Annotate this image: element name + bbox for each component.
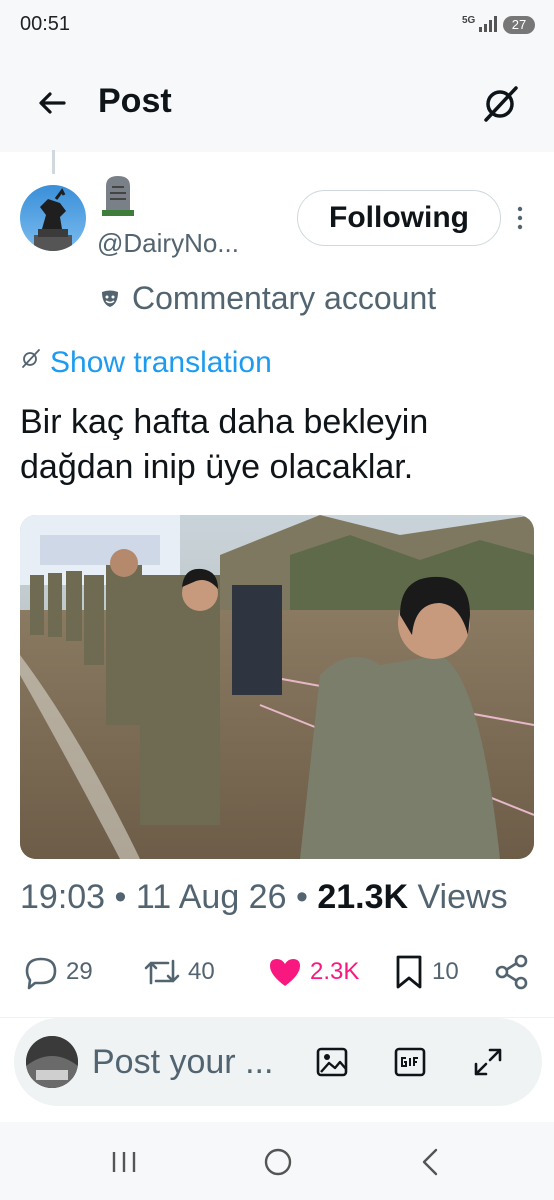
reply-button[interactable]: 29 — [22, 948, 93, 996]
share-icon — [495, 954, 528, 990]
views-count: 21.3K — [317, 878, 409, 916]
status-bar: 00:51 5G 27 — [0, 0, 554, 52]
tombstone-emoji — [102, 176, 134, 216]
author-handle[interactable]: @DairyNo... — [97, 228, 239, 259]
arrow-left-icon[interactable] — [34, 85, 70, 121]
repost-count: 40 — [188, 958, 215, 985]
post-header: Post — [0, 52, 554, 152]
like-count: 2.3K — [310, 958, 360, 985]
heart-icon — [270, 959, 300, 986]
bookmark-icon — [396, 955, 422, 989]
post-actions: 29 40 2.3K 10 — [0, 948, 554, 996]
theater-mask-icon — [102, 290, 118, 307]
image-icon[interactable] — [314, 1044, 350, 1080]
account-label: Commentary account — [100, 280, 436, 317]
battery-indicator: 27 — [503, 16, 535, 34]
account-label-text: Commentary account — [132, 280, 437, 316]
grok-icon[interactable] — [480, 82, 522, 124]
status-time: 00:51 — [20, 13, 71, 35]
expand-icon[interactable] — [470, 1044, 506, 1080]
share-button[interactable] — [494, 948, 530, 996]
show-translation-link[interactable]: Show translation — [20, 346, 272, 380]
post-image[interactable] — [20, 515, 534, 859]
android-nav-bar — [0, 1122, 554, 1200]
network-indicator: 5G — [462, 15, 476, 26]
repost-button[interactable]: 40 — [142, 948, 215, 996]
more-options-icon[interactable] — [512, 203, 528, 233]
recent-apps-icon[interactable] — [106, 1144, 142, 1180]
page-title: Post — [98, 82, 172, 120]
reply-input[interactable] — [92, 1040, 292, 1084]
repost-icon — [144, 959, 180, 985]
author-avatar[interactable] — [20, 185, 86, 251]
show-translation-label: Show translation — [50, 346, 272, 379]
gif-icon[interactable] — [392, 1044, 428, 1080]
signal-icon — [479, 16, 497, 32]
reply-icon — [25, 957, 57, 990]
post-timestamp: 19:03 • 11 Aug 26 • — [20, 878, 318, 916]
reply-composer — [14, 1018, 542, 1106]
user-avatar[interactable] — [26, 1036, 78, 1088]
views-label: Views — [408, 878, 508, 916]
home-icon[interactable] — [260, 1144, 296, 1180]
bookmark-button[interactable]: 10 — [392, 948, 459, 996]
like-button[interactable]: 2.3K — [266, 948, 359, 996]
back-nav-icon[interactable] — [414, 1144, 450, 1180]
following-button[interactable]: Following — [297, 190, 501, 246]
thread-line — [52, 150, 55, 174]
grok-icon — [22, 349, 40, 368]
bookmark-count: 10 — [432, 958, 459, 985]
post-text: Bir kaç hafta daha bekleyin dağdan inip … — [20, 403, 429, 486]
post-meta: 19:03 • 11 Aug 26 • 21.3K Views — [20, 878, 508, 917]
reply-count: 29 — [66, 958, 93, 985]
